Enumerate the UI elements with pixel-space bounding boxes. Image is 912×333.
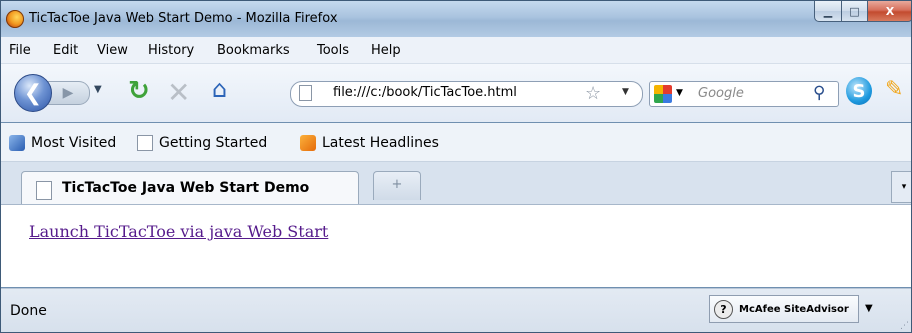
menu-view[interactable]: View xyxy=(97,43,128,58)
question-icon: ? xyxy=(714,299,733,319)
most-visited-icon xyxy=(9,135,25,151)
status-text: Done xyxy=(10,303,47,319)
page-icon xyxy=(299,85,312,101)
bookmark-label: Latest Headlines xyxy=(322,135,439,151)
document-icon xyxy=(137,135,153,151)
bookmark-latest-headlines[interactable]: Latest Headlines xyxy=(300,135,439,151)
search-icon[interactable]: ⚲ xyxy=(813,83,825,103)
navigation-toolbar: ▶ ❮ ▼ ↻ ✕ ⌂ file:///c:/book/TicTacToe.ht… xyxy=(1,64,911,122)
close-button[interactable]: X xyxy=(868,1,911,22)
menu-bookmarks[interactable]: Bookmarks xyxy=(217,43,290,58)
menu-history[interactable]: History xyxy=(148,43,194,58)
window-title: TicTacToe Java Web Start Demo - Mozilla … xyxy=(29,11,338,26)
menu-edit[interactable]: Edit xyxy=(53,43,78,58)
maximize-button[interactable]: □ xyxy=(842,1,868,22)
home-icon[interactable]: ⌂ xyxy=(212,75,227,103)
forward-arrow-icon: ▶ xyxy=(62,85,74,101)
stop-icon[interactable]: ✕ xyxy=(167,76,190,109)
tab-label: TicTacToe Java Web Start Demo xyxy=(62,180,310,196)
forward-button[interactable]: ▶ xyxy=(47,81,90,105)
bookmark-getting-started[interactable]: Getting Started xyxy=(137,135,267,151)
siteadvisor-dropdown-icon[interactable]: ▼ xyxy=(865,303,873,314)
window-controls: ▁ □ X xyxy=(814,1,911,23)
resize-grip-icon[interactable]: ⋰ xyxy=(900,321,909,331)
status-bar: Done ? McAfee SiteAdvisor ▼ ⋰ xyxy=(1,288,911,332)
launch-tictactoe-link[interactable]: Launch TicTacToe via java Web Start xyxy=(29,222,328,241)
skype-icon[interactable]: S xyxy=(846,77,872,105)
new-tab-button[interactable]: + xyxy=(373,171,421,200)
url-dropdown-icon[interactable]: ▼ xyxy=(622,87,629,97)
search-input[interactable]: Google xyxy=(698,86,744,101)
url-bar[interactable]: file:///c:/book/TicTacToe.html ☆ ▼ xyxy=(290,81,643,107)
bookmark-most-visited[interactable]: Most Visited xyxy=(9,135,116,151)
bookmark-star-icon[interactable]: ☆ xyxy=(585,83,601,104)
siteadvisor-label: McAfee SiteAdvisor xyxy=(739,303,849,315)
minimize-button[interactable]: ▁ xyxy=(814,1,842,22)
firefox-logo-icon xyxy=(6,10,24,28)
bookmarks-toolbar: Most Visited Getting Started Latest Head… xyxy=(1,123,911,162)
browser-window: TicTacToe Java Web Start Demo - Mozilla … xyxy=(0,0,912,333)
tab-active[interactable]: TicTacToe Java Web Start Demo xyxy=(21,171,359,204)
rss-icon xyxy=(300,135,316,151)
menu-file[interactable]: File xyxy=(9,43,31,58)
reload-icon[interactable]: ↻ xyxy=(128,76,150,106)
search-engine-dropdown-icon[interactable]: ▼ xyxy=(676,88,683,98)
search-box[interactable]: ▼ Google ⚲ xyxy=(649,81,839,107)
menu-bar: File Edit View History Bookmarks Tools H… xyxy=(1,37,911,64)
back-arrow-icon: ❮ xyxy=(23,80,43,106)
bookmark-label: Getting Started xyxy=(159,135,268,151)
menu-help[interactable]: Help xyxy=(371,43,401,58)
pin-icon[interactable]: ✎ xyxy=(885,77,907,103)
history-dropdown-icon[interactable]: ▼ xyxy=(94,84,102,95)
menu-tools[interactable]: Tools xyxy=(317,43,349,58)
page-content: Launch TicTacToe via java Web Start xyxy=(1,205,911,287)
document-icon xyxy=(36,181,52,200)
back-button[interactable]: ❮ xyxy=(14,74,52,112)
url-input[interactable]: file:///c:/book/TicTacToe.html xyxy=(333,85,517,100)
siteadvisor-button[interactable]: ? McAfee SiteAdvisor xyxy=(709,295,859,323)
google-icon[interactable] xyxy=(654,85,672,103)
bookmark-label: Most Visited xyxy=(31,135,117,151)
tab-strip: TicTacToe Java Web Start Demo + ▾ xyxy=(1,162,911,205)
tab-list-button[interactable]: ▾ xyxy=(891,171,911,203)
title-bar[interactable]: TicTacToe Java Web Start Demo - Mozilla … xyxy=(1,1,911,37)
